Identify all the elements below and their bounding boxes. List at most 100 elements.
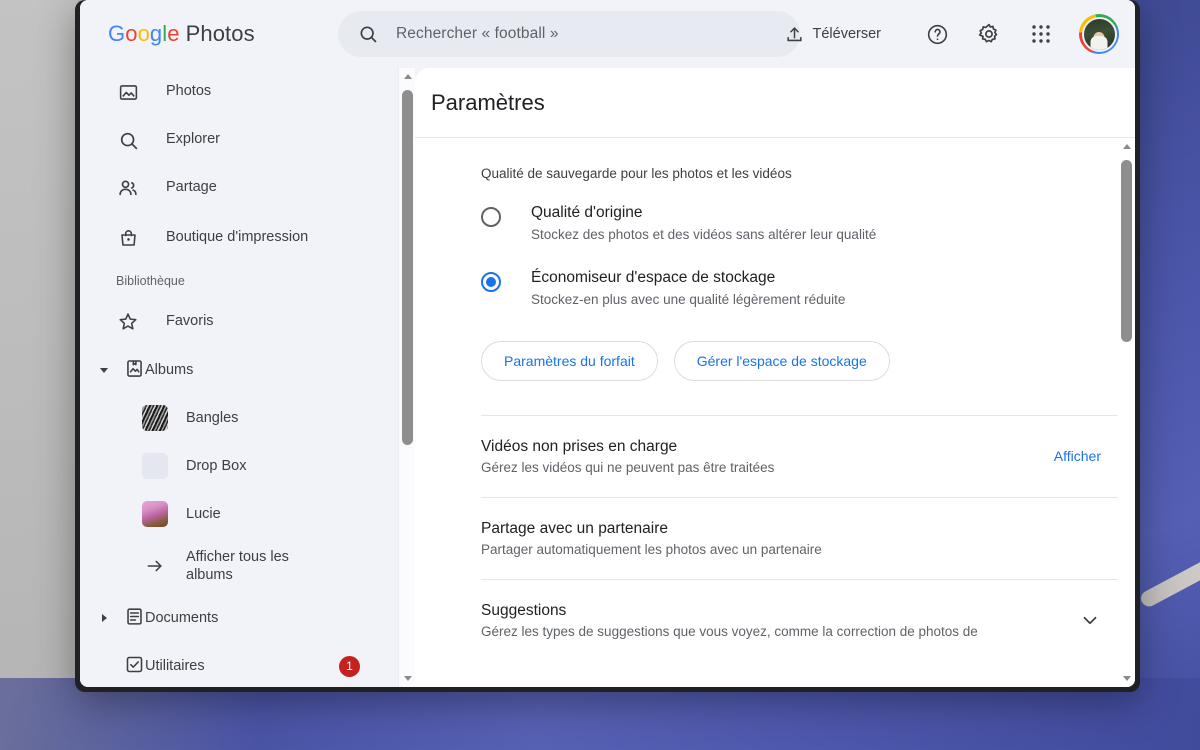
upload-icon [786, 26, 802, 41]
radio-title: Économiseur d'espace de stockage [531, 268, 776, 286]
album-thumbnail [142, 453, 168, 479]
chevron-down-icon[interactable] [94, 367, 114, 373]
gear-icon [978, 23, 998, 43]
sidebar-item-utilitaires[interactable]: Utilitaires 1 [80, 642, 382, 687]
row-suggestions[interactable]: Suggestions Gérez les types de suggestio… [481, 580, 1123, 661]
radio-button[interactable] [481, 207, 501, 227]
document-icon [124, 606, 145, 631]
avatar-image [1081, 16, 1117, 52]
show-all-albums-label: Afficher tous les albums [186, 548, 289, 583]
radio-button[interactable] [481, 271, 501, 292]
sidebar-item-albums[interactable]: Albums [80, 346, 382, 394]
row-title: Vidéos non prises en charge [481, 437, 678, 455]
shopping-bag-icon [116, 226, 140, 250]
backup-quality-label: Qualité de sauvegarde pour les photos et… [481, 166, 792, 181]
sidebar-album-drop-box[interactable]: Drop Box [80, 442, 382, 490]
logo-letter: G [108, 21, 126, 46]
browser-window: Google Photos Rechercher « football » Tél… [75, 0, 1140, 692]
people-icon [116, 176, 140, 200]
content-scrollbar[interactable] [1118, 138, 1135, 687]
search-icon [116, 128, 140, 152]
album-label: Lucie [186, 506, 221, 522]
radio-original-quality[interactable]: Qualité d'origine Stockez des photos et … [481, 203, 1069, 242]
album-label: Bangles [186, 410, 239, 426]
row-unsupported-videos[interactable]: Vidéos non prises en charge Gérez les vi… [481, 416, 1123, 497]
scroll-up-arrow[interactable] [1118, 138, 1135, 155]
sidebar-item-label: Documents [145, 610, 219, 626]
help-circle-icon [927, 24, 947, 44]
google-photos-app: Google Photos Rechercher « football » Tél… [80, 0, 1135, 687]
row-description: Gérez les vidéos qui ne peuvent pas être… [481, 459, 775, 475]
row-partner-sharing[interactable]: Partage avec un partenaire Partager auto… [481, 498, 1123, 579]
header-actions: Téléverser [773, 0, 1119, 68]
photo-icon [116, 80, 140, 104]
sidebar-scrollbar[interactable] [398, 68, 415, 687]
manage-storage-button[interactable]: Gérer l'espace de stockage [673, 340, 890, 381]
row-title: Partage avec un partenaire [481, 519, 668, 537]
settings-panel: Paramètres Qualité de sauvegarde pour le… [415, 68, 1135, 687]
page-title: Paramètres [415, 68, 1135, 138]
afficher-link[interactable]: Afficher [1054, 448, 1123, 464]
radio-storage-saver[interactable]: Économiseur d'espace de stockage Stockez… [481, 268, 1069, 307]
arrow-right-icon [142, 553, 168, 579]
google-photos-logo[interactable]: Google Photos [108, 21, 255, 47]
upload-label: Téléverser [812, 26, 882, 42]
sidebar-item-label: Boutique d'impression [166, 229, 309, 246]
sidebar-album-bangles[interactable]: Bangles [80, 394, 382, 442]
scroll-down-arrow[interactable] [1118, 670, 1135, 687]
sidebar-item-partage[interactable]: Partage [80, 164, 382, 212]
search-placeholder: Rechercher « football » [396, 25, 559, 42]
scroll-up-arrow[interactable] [399, 68, 416, 85]
settings-button[interactable] [969, 14, 1009, 54]
sidebar-item-label: Favoris [166, 313, 214, 330]
row-title: Suggestions [481, 601, 567, 619]
radio-title: Qualité d'origine [531, 204, 643, 221]
sidebar-album-lucie[interactable]: Lucie [80, 490, 382, 538]
sidebar: Photos Explorer Partage Boutique d'impre… [80, 68, 398, 687]
wallpaper-left [0, 0, 78, 750]
sidebar-section-label: Bibliothèque [116, 274, 185, 288]
sidebar-item-photos[interactable]: Photos [80, 68, 382, 116]
chevron-right-icon[interactable] [94, 614, 114, 622]
radio-description: Stockez des photos et des vidéos sans al… [531, 226, 877, 242]
expand-suggestions-button[interactable] [1079, 609, 1123, 631]
upload-button[interactable]: Téléverser [773, 17, 894, 52]
row-description: Gérez les types de suggestions que vous … [481, 623, 978, 639]
logo-letter: e [167, 21, 180, 46]
logo-word: Photos [185, 21, 255, 46]
checkbox-icon [124, 654, 145, 679]
sidebar-item-label: Albums [145, 362, 194, 378]
sidebar-scrollbar-thumb[interactable] [402, 90, 413, 445]
avatar[interactable] [1079, 14, 1119, 54]
sidebar-item-label: Photos [166, 83, 212, 100]
album-icon [124, 358, 145, 383]
sidebar-item-label: Partage [166, 179, 217, 196]
settings-body: Qualité de sauvegarde pour les photos et… [415, 138, 1135, 687]
storage-actions: Paramètres du forfait Gérer l'espace de … [481, 340, 1069, 381]
radio-description: Stockez-en plus avec une qualité légèrem… [531, 291, 846, 307]
help-button[interactable] [917, 14, 957, 54]
sidebar-show-all-albums[interactable]: Afficher tous les albums [80, 538, 382, 594]
sidebar-item-explorer[interactable]: Explorer [80, 116, 382, 164]
plan-settings-button[interactable]: Paramètres du forfait [481, 340, 658, 381]
sidebar-item-label: Utilitaires [145, 658, 205, 674]
row-description: Partager automatiquement les photos avec… [481, 541, 822, 557]
search-icon [360, 26, 377, 43]
logo-letter: g [149, 21, 163, 46]
sidebar-item-favoris[interactable]: Favoris [80, 298, 382, 346]
apps-button[interactable] [1021, 14, 1061, 54]
scroll-down-arrow[interactable] [399, 670, 416, 687]
avatar-body [1090, 35, 1108, 50]
logo-letter: o [125, 21, 138, 46]
sidebar-item-label: Explorer [166, 131, 220, 148]
apps-grid-icon [1032, 25, 1050, 43]
search-input[interactable]: Rechercher « football » [338, 11, 800, 57]
sidebar-item-print-store[interactable]: Boutique d'impression [80, 212, 382, 264]
app-header: Google Photos Rechercher « football » Tél… [80, 0, 1135, 68]
logo-letter: o [137, 21, 150, 46]
album-label: Drop Box [186, 458, 247, 474]
star-icon [116, 310, 140, 334]
album-thumbnail [142, 501, 168, 527]
sidebar-item-documents[interactable]: Documents [80, 594, 382, 642]
content-scrollbar-thumb[interactable] [1121, 160, 1132, 342]
